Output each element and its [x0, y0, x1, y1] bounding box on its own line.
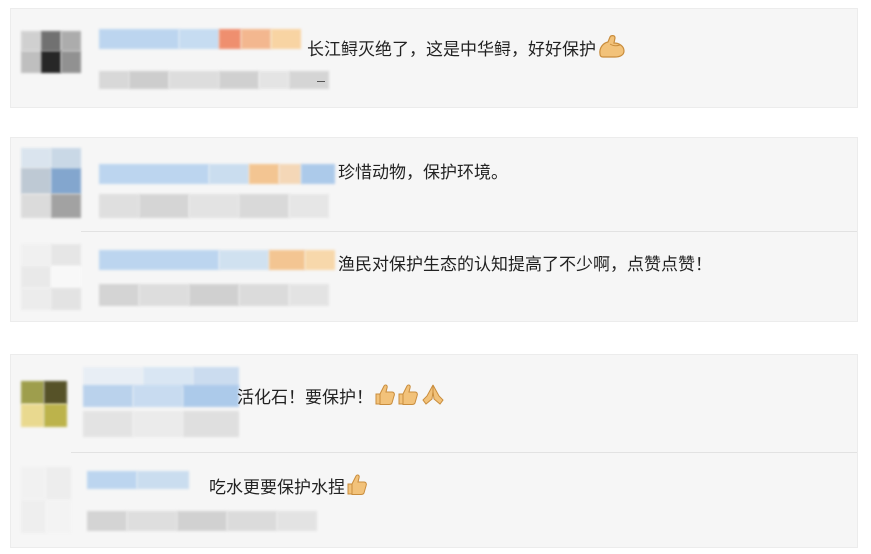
username-blurred[interactable] — [87, 471, 191, 491]
flexed-biceps-icon — [597, 34, 627, 64]
comment-text-content: 吃水更要保护水捏 — [209, 478, 345, 498]
comment-row: 吃水更要保护水捏 — [11, 453, 857, 548]
meta-blurred — [87, 511, 319, 533]
thumbs-up-icon — [346, 472, 368, 502]
username-blurred[interactable] — [99, 250, 339, 272]
meta-blurred — [83, 385, 243, 441]
folded-hands-icon — [420, 382, 446, 412]
thumbs-up-icon — [374, 382, 396, 412]
comment-text-content: 活化石！要保护！ — [237, 388, 373, 408]
avatar[interactable] — [21, 148, 81, 220]
comment-text-content: 长江鲟灭绝了，这是中华鲟，好好保护 — [307, 40, 596, 60]
comment-panel-3: 活化石！要保护！ 吃水更要保护水捏 — [10, 354, 858, 548]
comment-text: 珍惜动物，保护环境。 — [338, 162, 508, 184]
comment-panel-1: 长江鲟灭绝了，这是中华鲟，好好保护 — [10, 8, 858, 108]
avatar[interactable] — [21, 31, 81, 77]
comment-row: 渔民对保护生态的认知提高了不少啊，点赞点赞！ — [11, 232, 857, 322]
comment-text: 活化石！要保护！ — [237, 382, 446, 412]
comment-row: 长江鲟灭绝了，这是中华鲟，好好保护 — [11, 9, 857, 109]
text-cursor — [317, 81, 325, 82]
meta-blurred — [99, 194, 331, 220]
comment-row: 活化石！要保护！ — [11, 355, 857, 451]
username-blurred[interactable] — [99, 164, 339, 186]
meta-blurred — [99, 284, 331, 308]
comment-panel-2: 珍惜动物，保护环境。 渔民对保护生态的认知提高了不少啊，点赞点赞！ — [10, 137, 858, 322]
comment-text: 长江鲟灭绝了，这是中华鲟，好好保护 — [307, 34, 627, 64]
comment-text: 吃水更要保护水捏 — [209, 472, 368, 502]
username-blurred[interactable] — [99, 29, 304, 51]
avatar[interactable] — [21, 381, 67, 427]
avatar[interactable] — [21, 244, 81, 312]
thumbs-up-icon — [397, 382, 419, 412]
meta-blurred — [99, 71, 339, 91]
comment-text-content: 珍惜动物，保护环境。 — [338, 163, 508, 183]
comment-text-content: 渔民对保护生态的认知提高了不少啊，点赞点赞！ — [338, 255, 712, 275]
avatar[interactable] — [21, 467, 71, 533]
comment-row: 珍惜动物，保护环境。 — [11, 138, 857, 230]
comment-text: 渔民对保护生态的认知提高了不少啊，点赞点赞！ — [338, 254, 712, 276]
